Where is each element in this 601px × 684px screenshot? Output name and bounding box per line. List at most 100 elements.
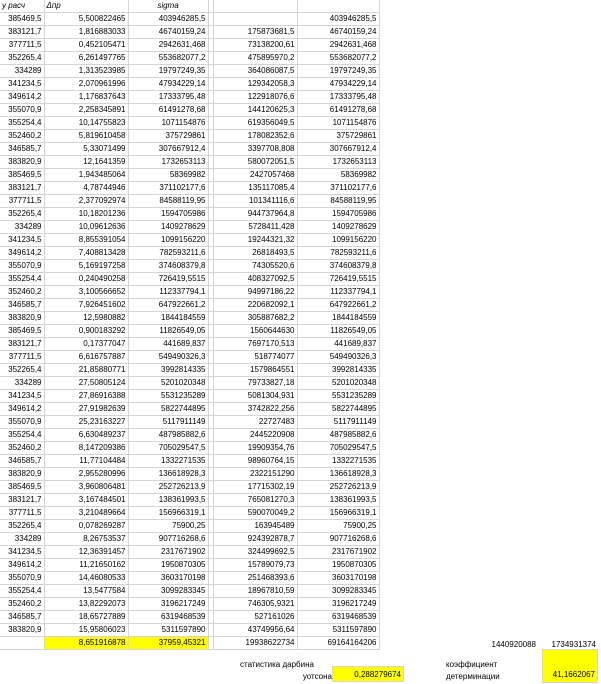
cell[interactable]: 355254,4	[0, 428, 45, 443]
cell[interactable]: 355254,4	[0, 272, 45, 287]
cell[interactable]: 5117911149	[297, 415, 380, 430]
cell[interactable]: 403946285,5	[297, 12, 380, 27]
cell[interactable]: 341234,5	[0, 233, 45, 248]
cell[interactable]: 138361993,5	[128, 493, 209, 508]
cell[interactable]: 5531235289	[297, 389, 380, 404]
cell[interactable]: 1950870305	[297, 558, 380, 573]
cell[interactable]: 178082352,6	[213, 129, 298, 144]
cell[interactable]: 1732653113	[128, 155, 209, 170]
cell[interactable]: 1844184559	[128, 311, 209, 326]
cell[interactable]: 371102177,6	[128, 181, 209, 196]
cell[interactable]: 3992814335	[297, 363, 380, 378]
cell[interactable]: 17333795,48	[128, 90, 209, 105]
cell[interactable]: 705029547,5	[128, 441, 209, 456]
cell[interactable]: 3196217249	[128, 597, 209, 612]
cell[interactable]: 6319468539	[297, 610, 380, 625]
cell[interactable]: 2,070961996	[44, 77, 129, 92]
cell[interactable]: 346585,7	[0, 298, 45, 313]
cell[interactable]: 98960764,15	[213, 454, 298, 469]
cell[interactable]: 590070049,2	[213, 506, 298, 521]
cell[interactable]: 5,500822465	[44, 12, 129, 27]
cell[interactable]: 11,21650162	[44, 558, 129, 573]
cell[interactable]: 2317671902	[297, 545, 380, 560]
cell[interactable]: 58369982	[128, 168, 209, 183]
cell[interactable]: 27,91982639	[44, 402, 129, 417]
cell[interactable]: 0,17377047	[44, 337, 129, 352]
cell[interactable]: 383820,9	[0, 467, 45, 482]
cell[interactable]: 334289	[0, 64, 45, 79]
cell[interactable]: 3,210489664	[44, 506, 129, 521]
total-cell[interactable]: 69164164206	[297, 636, 380, 651]
cell[interactable]: 5201020348	[297, 376, 380, 391]
cell[interactable]: 251468393,6	[213, 571, 298, 586]
cell[interactable]: 349614,2	[0, 558, 45, 573]
cell[interactable]: 3603170198	[297, 571, 380, 586]
cell[interactable]: 5,819610458	[44, 129, 129, 144]
cell[interactable]: 5,169197258	[44, 259, 129, 274]
cell[interactable]: 79733827,18	[213, 376, 298, 391]
cell[interactable]: 4,78744946	[44, 181, 129, 196]
cell[interactable]: 307667912,4	[297, 142, 380, 157]
cell[interactable]: 5201020348	[128, 376, 209, 391]
cell[interactable]: 1560644630	[213, 324, 298, 339]
cell[interactable]: 112337794,1	[128, 285, 209, 300]
cell[interactable]: 12,5980882	[44, 311, 129, 326]
cell[interactable]: 355070,9	[0, 103, 45, 118]
cell[interactable]: 1950870305	[128, 558, 209, 573]
cell[interactable]: 17333795,48	[297, 90, 380, 105]
cell[interactable]: 2942631,468	[128, 38, 209, 53]
cell[interactable]: 3397708,808	[213, 142, 298, 157]
cell[interactable]: 408327092,5	[213, 272, 298, 287]
cell[interactable]: 374608379,8	[128, 259, 209, 274]
cell[interactable]: 580072051,5	[213, 155, 298, 170]
cell[interactable]: 487985882,6	[128, 428, 209, 443]
cell[interactable]: 1579864551	[213, 363, 298, 378]
cell[interactable]: 19797249,35	[128, 64, 209, 79]
cell[interactable]: 346585,7	[0, 610, 45, 625]
cell[interactable]: 383121,7	[0, 337, 45, 352]
cell[interactable]: 2,258345891	[44, 103, 129, 118]
cell[interactable]: 156966319,1	[297, 506, 380, 521]
cell[interactable]: 112337794,1	[297, 285, 380, 300]
cell[interactable]: 94997186,22	[213, 285, 298, 300]
cell[interactable]: 383820,9	[0, 623, 45, 638]
cell[interactable]: 252726213,9	[297, 480, 380, 495]
cell[interactable]: 43749956,64	[213, 623, 298, 638]
header-y[interactable]: y расч	[0, 0, 45, 14]
cell[interactable]: 1071154876	[128, 116, 209, 131]
cell[interactable]: 17715302,19	[213, 480, 298, 495]
cell[interactable]: 5,33071499	[44, 142, 129, 157]
cell[interactable]: 352460,2	[0, 285, 45, 300]
cell[interactable]: 403946285,5	[128, 12, 209, 27]
cell[interactable]: 3,167484501	[44, 493, 129, 508]
determ-value[interactable]: 41,1662067	[542, 649, 598, 683]
cell[interactable]	[213, 12, 298, 27]
cell[interactable]: 2427057468	[213, 168, 298, 183]
cell[interactable]: 5117911149	[128, 415, 209, 430]
cell[interactable]: 25,23163227	[44, 415, 129, 430]
cell[interactable]: 385469,5	[0, 324, 45, 339]
cell[interactable]: 3742822,256	[213, 402, 298, 417]
cell[interactable]: 12,36391457	[44, 545, 129, 560]
cell[interactable]: 3603170198	[128, 571, 209, 586]
cell[interactable]: 383121,7	[0, 181, 45, 196]
durbin-value[interactable]: 0,288279674	[332, 666, 404, 682]
cell[interactable]: 726419,5515	[297, 272, 380, 287]
cell[interactable]: 1099156220	[297, 233, 380, 248]
cell[interactable]: 61491278,68	[297, 103, 380, 118]
cell[interactable]: 144120625,3	[213, 103, 298, 118]
cell[interactable]: 5311597890	[297, 623, 380, 638]
cell[interactable]: 924392878,7	[213, 532, 298, 547]
cell[interactable]: 2,377092974	[44, 194, 129, 209]
cell[interactable]: 101341116,6	[213, 194, 298, 209]
header-cell-empty[interactable]	[297, 0, 380, 14]
cell[interactable]: 75900,25	[128, 519, 209, 534]
cell[interactable]: 553682077,2	[128, 51, 209, 66]
cell[interactable]: 3099283345	[297, 584, 380, 599]
cell[interactable]: 352265,4	[0, 363, 45, 378]
cell[interactable]: 6,630489237	[44, 428, 129, 443]
cell[interactable]: 252726213,9	[128, 480, 209, 495]
cell[interactable]: 377711,5	[0, 38, 45, 53]
cell[interactable]: 1332271535	[297, 454, 380, 469]
cell[interactable]: 7,926451602	[44, 298, 129, 313]
